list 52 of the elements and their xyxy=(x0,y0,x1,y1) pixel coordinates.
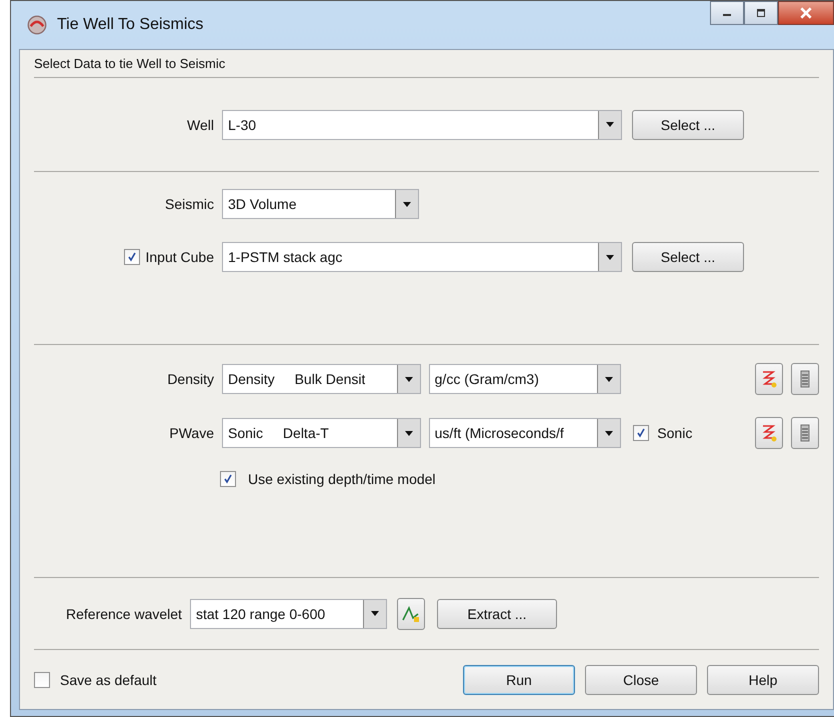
close-icon xyxy=(799,6,813,20)
wavelet-icon xyxy=(400,604,421,624)
log-table-button[interactable] xyxy=(791,363,819,395)
window-title: Tie Well To Seismics xyxy=(57,16,204,34)
close-button[interactable] xyxy=(778,1,834,25)
well-combo[interactable]: L-30 xyxy=(222,110,622,140)
sonic-checkbox[interactable] xyxy=(633,425,650,441)
caret-icon xyxy=(403,202,411,206)
input-cube-label: Input Cube xyxy=(146,249,214,265)
caret-icon xyxy=(404,430,413,436)
select-button[interactable]: Select ... xyxy=(632,110,744,140)
caret-icon xyxy=(404,376,413,382)
checkmark-icon xyxy=(636,428,646,438)
depth-time-label: Use existing depth/time model xyxy=(248,471,436,487)
unit-combo[interactable]: us/ft (Microseconds/f xyxy=(428,418,622,448)
sonic-label: Sonic xyxy=(657,425,692,441)
input-cube-combo[interactable]: 1-PSTM stack agc xyxy=(222,242,622,272)
caret-icon xyxy=(605,430,614,436)
unit-combo[interactable]: g/cc (Gram/cm3) xyxy=(428,364,622,394)
log-label: Density xyxy=(166,371,214,387)
log-combo[interactable]: Density Bulk Densit xyxy=(222,364,421,394)
dialog-button[interactable]: Run xyxy=(463,664,575,694)
wavelet-label: Reference wavelet xyxy=(66,606,182,622)
caret-icon xyxy=(605,376,614,382)
caret-icon xyxy=(370,611,379,616)
minimize-button[interactable] xyxy=(710,1,744,25)
log-table-button[interactable] xyxy=(791,417,819,449)
extract-button[interactable]: Extract ... xyxy=(436,598,557,628)
checkmark-icon xyxy=(223,474,233,484)
save-default-checkbox[interactable] xyxy=(34,672,50,688)
log-label: PWave xyxy=(168,425,214,441)
depth-time-checkbox[interactable] xyxy=(220,471,236,487)
dialog-button[interactable]: Close xyxy=(585,664,697,694)
select-button[interactable]: Select ... xyxy=(632,242,744,272)
input-cube-checkbox[interactable] xyxy=(124,249,140,265)
wavelet-combo[interactable]: stat 120 range 0-600 xyxy=(190,598,387,628)
wavelet-button[interactable] xyxy=(396,598,425,630)
well-label: Well xyxy=(186,116,214,132)
seismic-combo[interactable]: 3D Volume xyxy=(222,189,419,219)
maximize-button[interactable] xyxy=(744,1,778,25)
caret-icon xyxy=(606,122,614,127)
dialog-header: Select Data to tie Well to Seismic xyxy=(34,56,226,71)
seismic-label: Seismic xyxy=(164,196,214,212)
caret-icon xyxy=(606,254,614,260)
checkmark-icon xyxy=(126,252,136,262)
maximize-icon xyxy=(755,8,767,18)
log-curve-button[interactable] xyxy=(755,417,784,449)
save-default-label: Save as default xyxy=(60,672,157,688)
log-combo[interactable]: Sonic Delta-T xyxy=(222,418,421,448)
log-curve-button[interactable] xyxy=(755,363,784,395)
dialog-button[interactable]: Help xyxy=(707,664,819,694)
app-icon xyxy=(27,15,47,35)
